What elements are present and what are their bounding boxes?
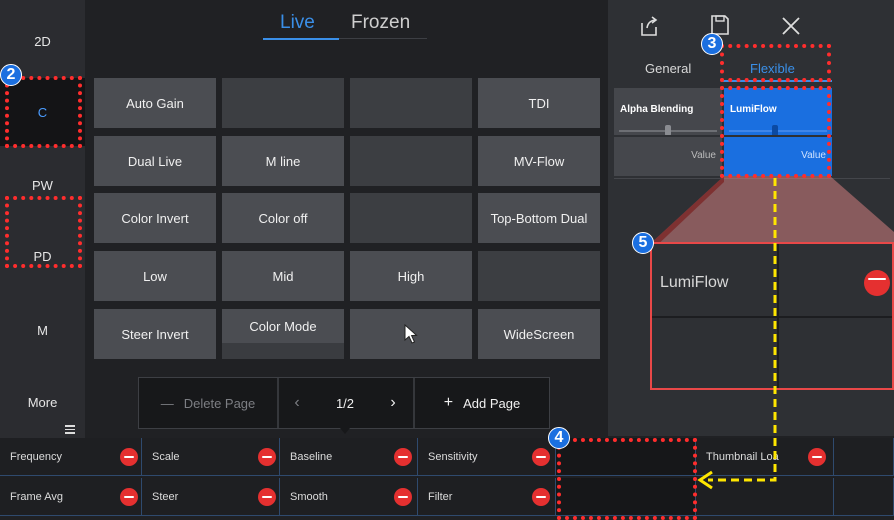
annotation-badge-3: 3 [701, 33, 723, 55]
drag-arrow [697, 178, 777, 490]
annotation-badge-5: 5 [632, 232, 654, 254]
annotation-badge-4: 4 [548, 427, 570, 449]
annotation-badge-2: 2 [0, 64, 22, 86]
